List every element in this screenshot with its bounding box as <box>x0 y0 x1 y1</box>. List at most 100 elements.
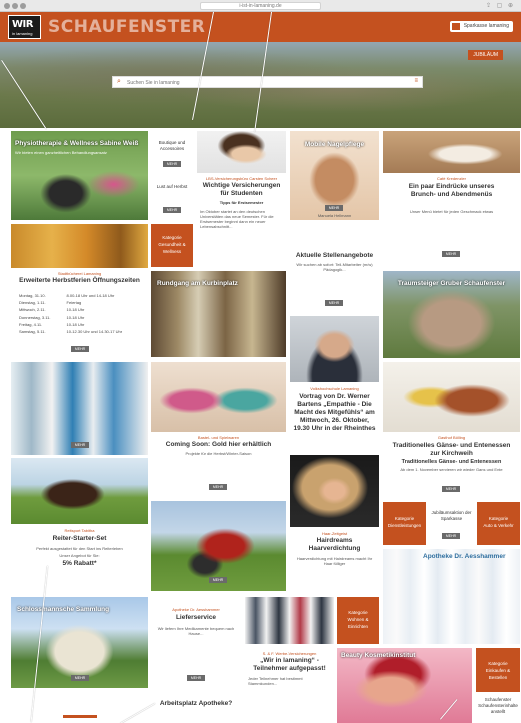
jubilee-badge[interactable]: JUBILÄUM <box>468 50 503 60</box>
tile-label: Einrichten <box>347 624 368 629</box>
tile-sparkasse[interactable]: Jubiläumsaktion der Sparkasse MEHR <box>430 502 473 545</box>
more-button[interactable]: MEHR <box>442 533 460 539</box>
tile-title: „Wir in lamaning“ - Teilnehmer aufgepass… <box>253 657 326 672</box>
more-button[interactable]: MEHR <box>325 300 343 306</box>
tile-rundgang[interactable]: Rundgang am Kurbinplatz <box>151 271 286 357</box>
site-header: WIR in lamaning SCHAUFENSTER Sparkasse l… <box>0 12 521 42</box>
tile-title: Mobile Nagelpflege <box>304 141 365 148</box>
tile-kosmetik[interactable]: Beauty Kosmetikinstitut <box>337 648 472 723</box>
tile-label: Bestellen <box>488 675 508 680</box>
tile-category: Volkshochschule Lamaning <box>310 386 359 391</box>
tile-team[interactable] <box>245 597 334 644</box>
browser-actions-icon[interactable]: ⇪ ▢ ⊕ <box>486 2 515 9</box>
browser-toolbar: i-ist-in-lamaning.de ⇪ ▢ ⊕ <box>0 0 521 12</box>
more-button[interactable]: MEHR <box>442 251 460 257</box>
tile-category: Café Kredenzler <box>437 176 466 181</box>
table-row: Donnerstag, 3.11. 10-18 Uhr <box>19 314 85 320</box>
category-gesundheit[interactable]: Kategorie Gesundheit & Wellness <box>151 224 193 267</box>
tile-title: Ein paar Eindrücke unseres Brunch- und A… <box>408 183 495 198</box>
tile-subtitle: Wir bieten einen ganzheitlichen Behandlu… <box>15 150 107 155</box>
more-button[interactable]: MEHR <box>71 346 89 352</box>
sponsor-logo-icon <box>451 23 460 30</box>
table-row: Freitag, 4.11. 10-18 Uhr <box>19 321 85 327</box>
tile-reiter-starter-set[interactable]: Reitsport Tabitha Reiter-Starter-Set Per… <box>11 458 148 586</box>
tile-mobile-nagelpflege[interactable]: Mobile Nagelpflege MEHR Manuela Hellmann <box>290 131 379 220</box>
category-dienstleistungen[interactable]: Kategorie Dienstleistungen <box>383 502 426 545</box>
close-window-icon[interactable] <box>4 3 10 9</box>
more-button[interactable]: MEHR <box>163 207 181 213</box>
tile-apotheke-team[interactable]: Apotheke Dr. Aesshammer <box>383 549 520 644</box>
tile-title: Aktuelle Stellenangebote <box>295 252 374 259</box>
more-button[interactable]: MEHR <box>209 484 227 490</box>
more-button[interactable]: MEHR <box>71 442 89 448</box>
tile-label: Gesundheit & <box>158 242 186 247</box>
more-button[interactable]: MEHR <box>187 675 205 681</box>
table-row: Dienstag, 1.11. Feiertag <box>19 300 82 306</box>
tile-hairdreams[interactable]: Haar-Zeitgeist Hairdreams Haarverdichtun… <box>290 455 379 590</box>
student-image <box>197 131 286 173</box>
tile-label: Schaufenster <box>484 697 512 702</box>
tile-label: Wellness <box>162 249 182 254</box>
tile-versicherungen[interactable]: LBS-Versicherungsbüro Carsten Scheer Wic… <box>197 131 286 267</box>
more-button[interactable]: MEHR <box>325 205 343 211</box>
tile-luftbild[interactable]: Traumsteiger Gruber Schaufenster <box>383 271 520 358</box>
tile-title: Beauty Kosmetikinstitut <box>341 652 416 659</box>
tile-label: Auto & Verkehr <box>483 523 514 528</box>
tile-vortrag[interactable]: Volkshochschule Lamaning Vortrag von Dr.… <box>290 316 379 451</box>
site-logo[interactable]: WIR in lamaning <box>8 15 41 39</box>
search-icon[interactable]: ⌕ <box>117 78 121 86</box>
speaker-portrait-image <box>290 316 379 382</box>
logo-word: WIR <box>12 19 33 30</box>
tile-lieferservice[interactable]: Apotheke Dr. Aesshammer Lieferservice Wi… <box>151 597 241 689</box>
tile-offer-label: Unser Angebot für Sie: <box>59 553 100 558</box>
team-photo-image <box>245 597 334 644</box>
category-einkaufen[interactable]: Kategorie Einkaufen & Bestellen <box>476 648 520 692</box>
tile-label: anstellt <box>490 709 506 714</box>
tile-label: Kategorie <box>394 516 415 521</box>
tile-physiotherapie[interactable]: Physiotherapie & Wellness Sabine Weiß Wi… <box>11 131 148 220</box>
tile-stellenangebote[interactable]: Aktuelle Stellenangebote Wir suchen ab s… <box>290 224 379 312</box>
bunnies-image <box>151 362 286 432</box>
tile-category: Stadtbücherei Lamaning <box>57 271 102 276</box>
tile-title: Rundgang am Kurbinplatz <box>157 280 238 287</box>
tile-traktor[interactable]: MEHR <box>151 501 286 591</box>
minimize-window-icon[interactable] <box>12 3 18 9</box>
tile-label: Boutique und <box>158 140 186 145</box>
tile-title: Arbeitsplatz Apotheke? <box>159 700 233 707</box>
page-title: SCHAUFENSTER <box>48 17 206 37</box>
tile-title: Wichtige Versicherungen für Studenten <box>202 182 281 197</box>
maximize-window-icon[interactable] <box>20 3 26 9</box>
tile-title: Lieferservice <box>175 614 217 621</box>
tile-apotheke-shop[interactable]: MEHR <box>11 362 148 455</box>
more-button[interactable]: MEHR <box>209 577 227 583</box>
tile-teilnehmer[interactable]: S. & F. Werbe-Versicherungen „Wir in lam… <box>245 648 334 723</box>
tile-herbstferien[interactable]: Stadtbücherei Lamaning Erweiterte Herbst… <box>11 224 148 357</box>
tile-body: Unser Menü bietet für jeden Geschmack et… <box>409 209 494 214</box>
tile-gaenseessen[interactable]: Gasthof Bölling Traditionelles Gänse- un… <box>383 362 520 498</box>
tile-arbeitsplatz[interactable]: Arbeitsplatz Apotheke? <box>151 693 241 723</box>
tile-category: LBS-Versicherungsbüro Carsten Scheer <box>205 176 278 181</box>
sponsor-badge[interactable]: Sparkasse lamaning <box>449 21 513 32</box>
more-button[interactable]: MEHR <box>71 675 89 681</box>
more-button[interactable]: MEHR <box>163 161 181 167</box>
tile-category: Gasthof Bölling <box>437 435 466 440</box>
tile-title: Physiotherapie & Wellness Sabine Weiß <box>15 140 139 147</box>
tile-coming-soon[interactable]: Bastel- und Spielwaren Coming Soon: Gold… <box>151 362 286 496</box>
horse-rider-image <box>11 458 148 524</box>
tile-category: Reitsport Tabitha <box>64 528 95 533</box>
tile-label: Jubiläumsaktion der <box>431 510 472 515</box>
address-bar[interactable]: i-ist-in-lamaning.de <box>200 2 321 10</box>
tile-label: Lust auf Herbst <box>156 184 188 189</box>
category-auto-verkehr[interactable]: Kategorie Auto & Verkehr <box>477 502 520 545</box>
category-underline <box>63 715 97 718</box>
search-input[interactable] <box>127 78 407 87</box>
menu-icon[interactable]: ≡ <box>414 78 418 84</box>
tile-eindruecke[interactable]: Café Kredenzler Ein paar Eindrücke unser… <box>383 131 520 267</box>
category-wohnen[interactable]: Kategorie Wohnen & Einrichten <box>337 597 379 644</box>
tile-schaufensterinhalte[interactable]: Schaufenster Schaufensterinhalte anstell… <box>476 695 520 723</box>
tile-subtitle: Manuela Hellmann <box>317 213 352 218</box>
tile-title: Schlossmannsche Sammlung <box>17 606 110 613</box>
tile-boutique[interactable]: Boutique und Accessoires MEHR Lust auf H… <box>151 131 193 220</box>
more-button[interactable]: MEHR <box>442 486 460 492</box>
tile-schlossmannsche-sammlung[interactable]: Schlossmannsche Sammlung MEHR <box>11 597 148 688</box>
